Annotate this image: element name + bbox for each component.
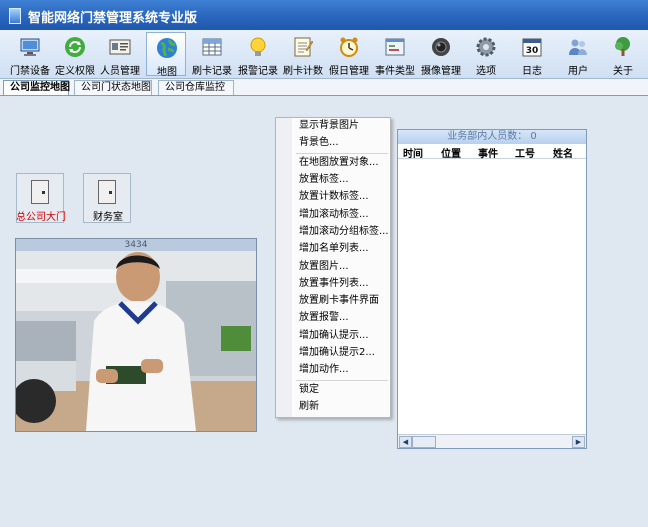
toolbar-button-camera[interactable]: 摄像管理: [421, 32, 461, 77]
personnel-count-panel: 业务部内人员数： 0 时间 位置 事件 工号 姓名 ◀ ▶: [397, 129, 587, 449]
toolbar-button-swipe-count[interactable]: 刷卡计数: [283, 32, 323, 77]
menu-item-refresh[interactable]: 刷新: [299, 399, 319, 415]
users-icon: [567, 36, 589, 58]
camera-video-view[interactable]: 3434: [15, 238, 257, 432]
menu-item-place-swipe-event-view[interactable]: 放置刷卡事件界面: [299, 293, 379, 309]
toolbar-button-swipe-records[interactable]: 刷卡记录: [192, 32, 232, 77]
app-icon: [9, 8, 21, 24]
id-card-icon: [109, 36, 131, 58]
tree-icon: [612, 36, 634, 58]
scroll-thumb[interactable]: [412, 436, 436, 448]
menu-item-add-confirm-prompt-2[interactable]: 增加确认提示2...: [299, 345, 375, 361]
clock-icon: [338, 36, 360, 58]
menu-separator: [296, 153, 388, 154]
tab-company-door-status-map[interactable]: 公司门状态地图: [74, 80, 152, 95]
gear-icon: [475, 36, 497, 58]
toolbar-label: 关于: [613, 66, 633, 77]
grid-icon: [201, 36, 223, 58]
video-frame-image: [16, 251, 256, 431]
map-tabs: 公司监控地图 公司门状态地图 公司仓库监控: [0, 79, 648, 96]
menu-item-place-image[interactable]: 放置图片...: [299, 259, 349, 275]
toolbar-button-options[interactable]: 选项: [466, 32, 506, 77]
menu-item-place-label[interactable]: 放置标签...: [299, 172, 349, 188]
menu-icon-gutter: [276, 118, 292, 417]
column-header-name[interactable]: 姓名: [553, 145, 573, 160]
panel-column-headers: 时间 位置 事件 工号 姓名: [398, 144, 586, 160]
title-bar: 智能网络门禁管理系统专业版: [0, 0, 648, 30]
horizontal-scrollbar[interactable]: ◀ ▶: [398, 434, 586, 448]
column-header-location[interactable]: 位置: [441, 145, 461, 160]
scroll-right-arrow-icon[interactable]: ▶: [572, 436, 585, 448]
door-finance-room[interactable]: 财务室: [83, 173, 131, 223]
video-title: 3434: [16, 239, 256, 251]
menu-item-show-background-image[interactable]: 显示背景图片: [299, 118, 359, 134]
map-context-menu: 显示背景图片 背景色... 在地图放置对象... 放置标签... 放置计数标签.…: [275, 117, 391, 418]
toolbar-button-log[interactable]: 30 日志: [512, 32, 552, 77]
toolbar-button-alarm-records[interactable]: 报警记录: [238, 32, 278, 77]
door-label: 总公司大门: [16, 212, 66, 223]
column-header-event[interactable]: 事件: [478, 145, 498, 160]
toolbar-button-holidays[interactable]: 假日管理: [329, 32, 369, 77]
toolbar-button-users[interactable]: 用户: [558, 32, 598, 77]
toolbar: 门禁设备 定义权限 人员管理 地图 刷卡记录 报警记录 刷卡计数 假日管理 事件…: [0, 30, 648, 79]
calendar-icon: 30: [521, 36, 543, 58]
toolbar-button-permissions[interactable]: 定义权限: [55, 32, 95, 77]
menu-item-add-action[interactable]: 增加动作...: [299, 362, 349, 378]
globe-icon: [156, 37, 178, 59]
door-label: 财务室: [93, 212, 123, 223]
tab-company-warehouse-monitor[interactable]: 公司仓库监控: [158, 80, 234, 95]
menu-item-place-alarm[interactable]: 放置报警...: [299, 310, 349, 326]
window-title: 智能网络门禁管理系统专业版: [28, 11, 198, 26]
menu-item-add-name-list[interactable]: 增加名单列表...: [299, 241, 369, 257]
monitor-icon: [19, 36, 41, 58]
column-header-time[interactable]: 时间: [403, 145, 423, 160]
menu-item-place-object[interactable]: 在地图放置对象...: [299, 155, 379, 171]
door-main-gate[interactable]: 总公司大门: [16, 173, 66, 223]
menu-separator: [296, 380, 388, 381]
calendar-day-text: 30: [526, 46, 539, 56]
menu-item-add-confirm-prompt[interactable]: 增加确认提示...: [299, 328, 369, 344]
bulb-icon: [247, 36, 269, 58]
toolbar-button-about[interactable]: 关于: [603, 32, 643, 77]
camera-icon: [430, 36, 452, 58]
column-header-staff-id[interactable]: 工号: [515, 145, 535, 160]
menu-item-background-color[interactable]: 背景色...: [299, 135, 339, 151]
menu-item-lock[interactable]: 锁定: [299, 382, 319, 398]
menu-item-add-scroll-group-label[interactable]: 增加滚动分组标签...: [299, 224, 389, 240]
panel-header: 业务部内人员数： 0: [398, 130, 586, 144]
door-icon: [98, 180, 116, 204]
tab-company-monitor-map[interactable]: 公司监控地图: [3, 80, 70, 95]
menu-item-place-event-list[interactable]: 放置事件列表...: [299, 276, 369, 292]
notepad-icon: [292, 36, 314, 58]
toolbar-button-devices[interactable]: 门禁设备: [10, 32, 50, 77]
menu-item-place-count-label[interactable]: 放置计数标签...: [299, 189, 369, 205]
window-icon: [384, 36, 406, 58]
scroll-left-arrow-icon[interactable]: ◀: [399, 436, 412, 448]
toolbar-button-people[interactable]: 人员管理: [100, 32, 140, 77]
toolbar-button-event-types[interactable]: 事件类型: [375, 32, 415, 77]
refresh-icon: [64, 36, 86, 58]
toolbar-button-map[interactable]: 地图: [146, 32, 186, 78]
door-icon: [31, 180, 49, 204]
menu-item-add-scroll-label[interactable]: 增加滚动标签...: [299, 207, 369, 223]
